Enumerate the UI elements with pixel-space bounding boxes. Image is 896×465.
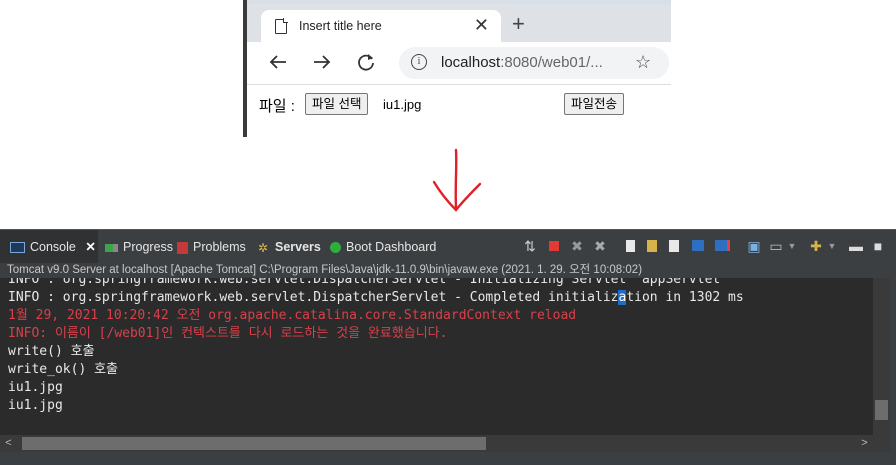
file-label: 파일 : — [259, 98, 295, 115]
close-icon[interactable]: ✕ — [474, 15, 489, 35]
browser-tabstrip: Insert title here ✕ + — [247, 4, 671, 42]
word-wrap-icon[interactable] — [666, 238, 682, 254]
chevron-down-icon[interactable]: ▼ — [824, 238, 840, 254]
tab-problems-label: Problems — [193, 240, 246, 254]
forward-icon[interactable] — [309, 51, 335, 75]
reload-icon[interactable] — [353, 51, 379, 75]
console-status-line: Tomcat v9.0 Server at localhost [Apache … — [0, 263, 896, 278]
clear-console-icon[interactable] — [622, 238, 638, 254]
url-text: localhost:8080/web01/... — [441, 54, 603, 71]
console-output[interactable]: INFO : org.springframework.web.servlet.D… — [0, 278, 873, 435]
console-line: write() 호출 — [8, 344, 95, 359]
tab-servers[interactable]: ✲ Servers — [258, 230, 321, 264]
horizontal-scroll-thumb[interactable] — [22, 437, 486, 450]
problems-icon — [177, 241, 188, 254]
remove-launch-icon[interactable]: ✖ — [569, 238, 585, 254]
new-tab-icon[interactable]: + — [512, 12, 525, 36]
console-line: INFO : org.springframework.web.servlet.D… — [8, 290, 744, 305]
close-icon[interactable]: ✕ — [85, 240, 95, 254]
open-console-icon[interactable]: ▣ — [746, 238, 762, 254]
pin-icon[interactable]: ⇅ — [522, 238, 538, 254]
tab-boot-dashboard[interactable]: Boot Dashboard — [330, 230, 436, 264]
chosen-filename: iu1.jpg — [383, 97, 422, 112]
tab-console-label: Console — [30, 240, 76, 254]
console-line: INFO : org.springframework.web.servlet.D… — [8, 278, 729, 287]
tab-progress-label: Progress — [123, 240, 174, 254]
terminate-icon[interactable] — [546, 238, 562, 254]
show-on-stdout-icon[interactable] — [690, 238, 706, 254]
horizontal-scrollbar[interactable]: < > — [0, 435, 873, 452]
minimize-icon[interactable]: ▬ — [848, 238, 864, 254]
tab-title: Insert title here — [299, 19, 382, 33]
down-arrow-annotation — [432, 148, 482, 212]
remove-all-icon[interactable]: ✖ — [592, 238, 608, 254]
info-icon[interactable]: i — [411, 54, 427, 70]
console-line: iu1.jpg — [8, 380, 63, 395]
choose-file-button[interactable]: 파일 선택 — [305, 93, 369, 115]
console-icon — [10, 242, 25, 254]
tab-progress[interactable]: Progress — [105, 230, 173, 264]
browser-window: Insert title here ✕ + i localhost:8080/w… — [243, 0, 671, 137]
vertical-scroll-thumb[interactable] — [875, 400, 888, 420]
console-line-error: 1월 29, 2021 10:20:42 오전 org.apache.catal… — [8, 308, 577, 323]
view-bottom-border — [0, 452, 896, 465]
display-console-icon[interactable]: ▭ — [768, 238, 784, 254]
vertical-scrollbar[interactable] — [873, 278, 890, 435]
address-bar[interactable]: i localhost:8080/web01/... ☆ — [399, 47, 669, 79]
new-console-icon[interactable]: ✚ — [808, 238, 824, 254]
back-icon[interactable] — [265, 51, 291, 75]
browser-toolbar: i localhost:8080/web01/... ☆ — [247, 42, 671, 85]
servers-icon: ✲ — [258, 240, 269, 255]
maximize-icon[interactable]: ■ — [870, 238, 886, 254]
view-tabbar: Console ✕ Progress Problems ✲ Servers Boo… — [0, 229, 896, 264]
tab-console[interactable]: Console ✕ — [0, 230, 98, 264]
upload-form: 파일 : 파일 선택 iu1.jpg 파일전송 — [247, 85, 671, 137]
browser-tab[interactable]: Insert title here ✕ — [261, 10, 501, 42]
scrollbar-corner — [873, 435, 890, 452]
console-line-error: INFO: 이름이 [/web01]인 컨텍스트를 다시 로드하는 것을 완료했… — [8, 326, 448, 341]
scroll-right-icon[interactable]: > — [856, 435, 873, 452]
scroll-lock-icon[interactable] — [644, 238, 660, 254]
console-line: write_ok() 호출 — [8, 362, 119, 377]
chevron-down-icon[interactable]: ▼ — [784, 238, 800, 254]
show-on-stderr-icon[interactable] — [714, 238, 730, 254]
console-toolbar: ⇅ ✖ ✖ ▣ ▭ ▼ ✚ ▼ ▬ ■ — [522, 238, 892, 256]
page-icon — [275, 18, 288, 34]
tab-servers-label: Servers — [275, 240, 321, 254]
eclipse-console-view: Console ✕ Progress Problems ✲ Servers Boo… — [0, 229, 896, 465]
upload-submit-button[interactable]: 파일전송 — [564, 93, 625, 115]
tab-boot-dashboard-label: Boot Dashboard — [346, 240, 437, 254]
tab-problems[interactable]: Problems — [177, 230, 246, 264]
bookmark-star-icon[interactable]: ☆ — [635, 52, 651, 73]
scroll-left-icon[interactable]: < — [0, 435, 17, 452]
console-line: iu1.jpg — [8, 398, 63, 413]
progress-icon — [105, 243, 118, 252]
power-icon — [330, 242, 341, 254]
